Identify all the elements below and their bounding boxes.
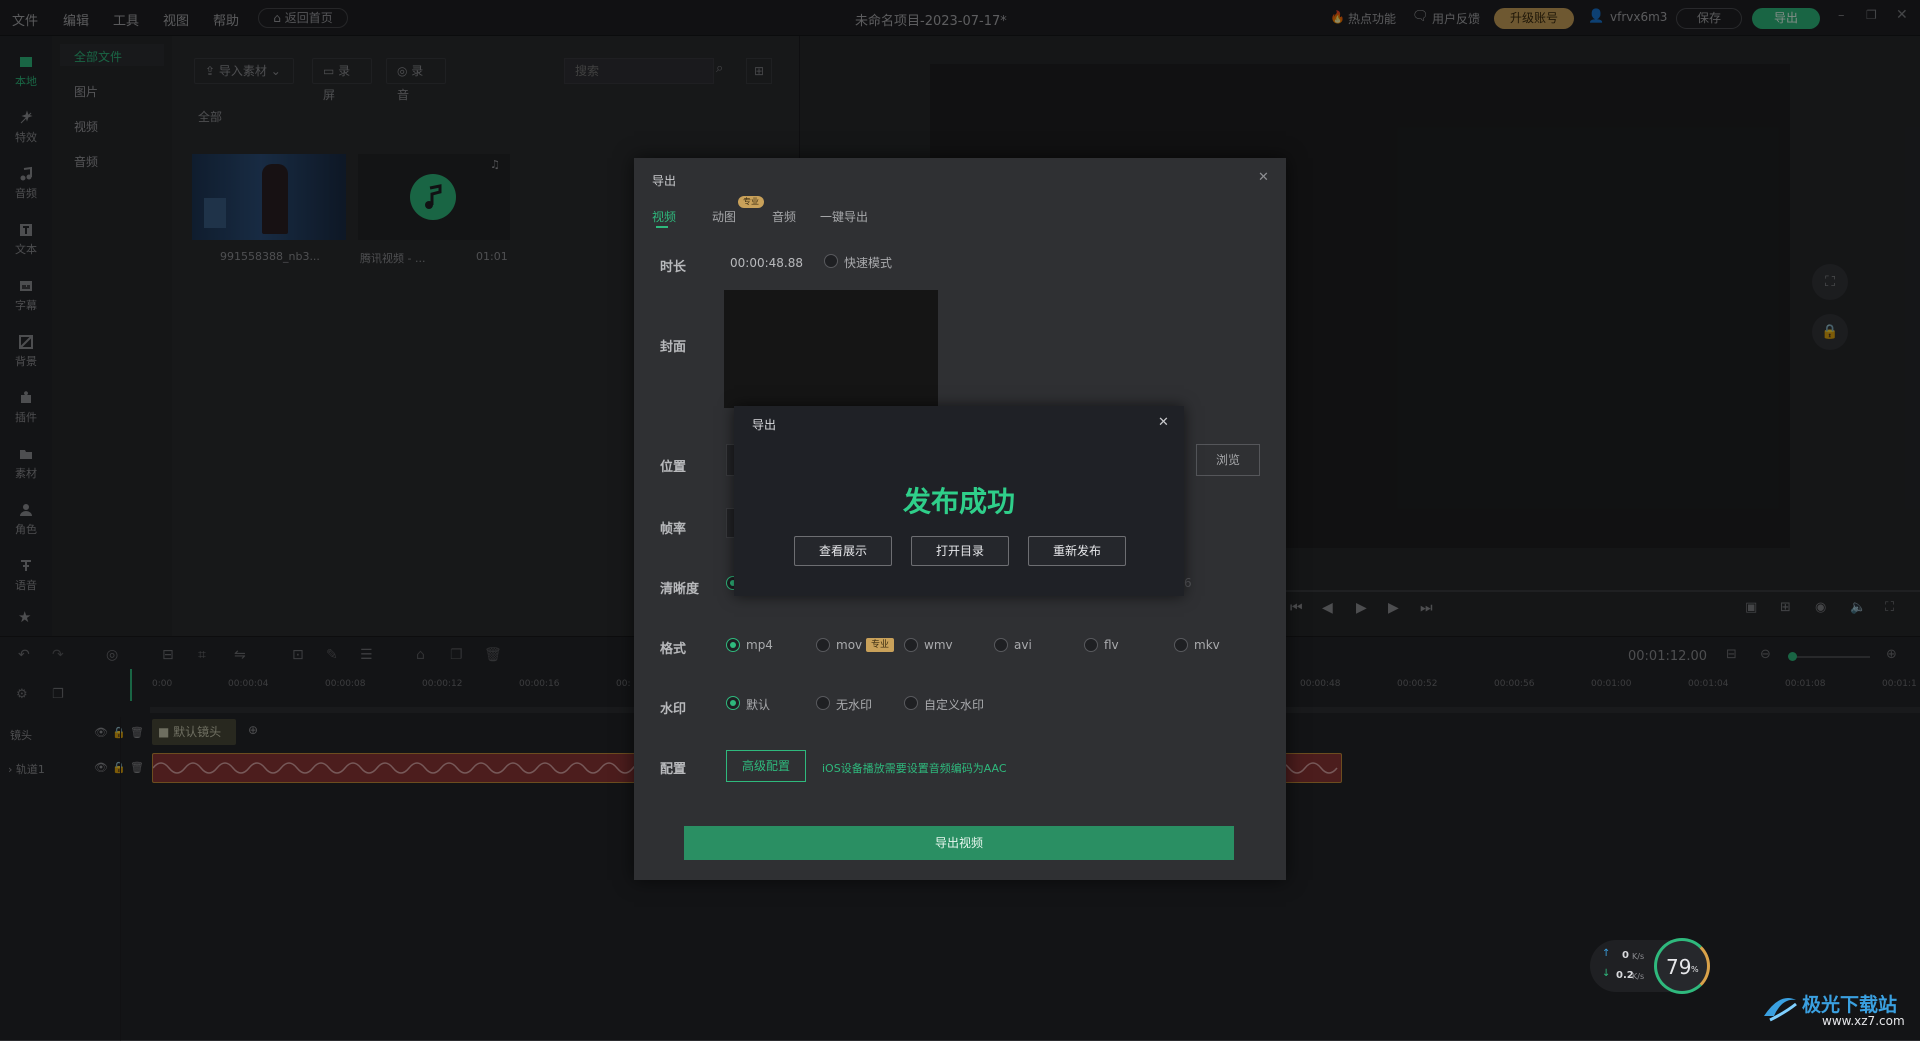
percent-value: 79 — [1666, 955, 1692, 979]
site-url: www.xz7.com — [1822, 1014, 1905, 1028]
format-mov: mov — [836, 638, 863, 652]
upload-arrow-icon: ↑ — [1602, 948, 1611, 959]
format-mkv-radio[interactable] — [1174, 638, 1188, 652]
close-export-icon[interactable]: ✕ — [1258, 170, 1269, 185]
format-mov-radio[interactable] — [816, 638, 830, 652]
tab-video[interactable]: 视频 — [652, 208, 676, 225]
upload-speed: 0 — [1622, 950, 1629, 961]
duration-label: 时长 — [660, 260, 687, 275]
republish-button[interactable]: 重新发布 — [1028, 536, 1126, 566]
site-logo-icon — [1764, 998, 1797, 1022]
pro-badge: 专业 — [738, 196, 764, 208]
open-folder-button[interactable]: 打开目录 — [911, 536, 1009, 566]
format-mp4-radio[interactable] — [726, 638, 740, 652]
cover-label: 封面 — [660, 340, 687, 355]
export-video-button[interactable]: 导出视频 — [684, 826, 1234, 860]
format-mkv: mkv — [1194, 638, 1220, 652]
network-meter[interactable]: ↑ 0 K/s ↓ 0.2 K/s 79 % — [1590, 938, 1710, 994]
fps-label: 帧率 — [660, 522, 687, 537]
quality-label: 清晰度 — [660, 582, 700, 597]
quality-tail: 6 — [1184, 576, 1192, 590]
watermark-default-radio[interactable] — [726, 696, 740, 710]
percent-ring: 79 % — [1654, 938, 1710, 994]
format-flv: flv — [1104, 638, 1119, 652]
watermark-label: 水印 — [660, 702, 687, 717]
format-wmv: wmv — [924, 638, 953, 652]
site-watermark: 极光下载站 www.xz7.com — [1760, 986, 1920, 1036]
view-showcase-button[interactable]: 查看展示 — [794, 536, 892, 566]
format-avi: avi — [1014, 638, 1032, 652]
pro-badge: 专业 — [866, 638, 894, 652]
watermark-custom-radio[interactable] — [904, 696, 918, 710]
advanced-config-button[interactable]: 高级配置 — [726, 750, 806, 782]
fast-mode-label: 快速模式 — [844, 256, 893, 270]
location-label: 位置 — [660, 460, 687, 475]
success-dialog: 导出 ✕ 发布成功 查看展示 打开目录 重新发布 — [734, 406, 1184, 596]
tab-one-click[interactable]: 一键导出 — [820, 208, 868, 225]
config-label: 配置 — [660, 762, 687, 777]
upload-unit: K/s — [1632, 952, 1645, 961]
success-dialog-title: 导出 — [752, 418, 777, 432]
site-name: 极光下载站 — [1802, 994, 1898, 1016]
cover-preview[interactable] — [724, 290, 938, 408]
tab-underline — [656, 226, 668, 228]
download-unit: K/s — [1632, 972, 1645, 981]
browse-button[interactable]: 浏览 — [1196, 444, 1260, 476]
tab-gif[interactable]: 动图 — [712, 208, 736, 225]
watermark-none: 无水印 — [836, 698, 873, 712]
duration-value: 00:00:48.88 — [730, 256, 803, 270]
success-message: 发布成功 — [902, 485, 1015, 518]
format-wmv-radio[interactable] — [904, 638, 918, 652]
watermark-none-radio[interactable] — [816, 696, 830, 710]
format-avi-radio[interactable] — [994, 638, 1008, 652]
watermark-default: 默认 — [746, 698, 771, 712]
aac-hint: iOS设备播放需要设置音频编码为AAC — [822, 762, 1007, 775]
fast-mode-radio[interactable] — [824, 254, 838, 268]
close-success-icon[interactable]: ✕ — [1158, 415, 1169, 430]
format-flv-radio[interactable] — [1084, 638, 1098, 652]
watermark-custom: 自定义水印 — [924, 698, 985, 712]
format-label: 格式 — [660, 642, 687, 657]
export-dialog-title: 导出 — [652, 174, 677, 188]
percent-sign: % — [1691, 965, 1699, 974]
download-arrow-icon: ↓ — [1602, 968, 1611, 979]
tab-audio[interactable]: 音频 — [772, 208, 796, 225]
format-mp4: mp4 — [746, 638, 773, 652]
